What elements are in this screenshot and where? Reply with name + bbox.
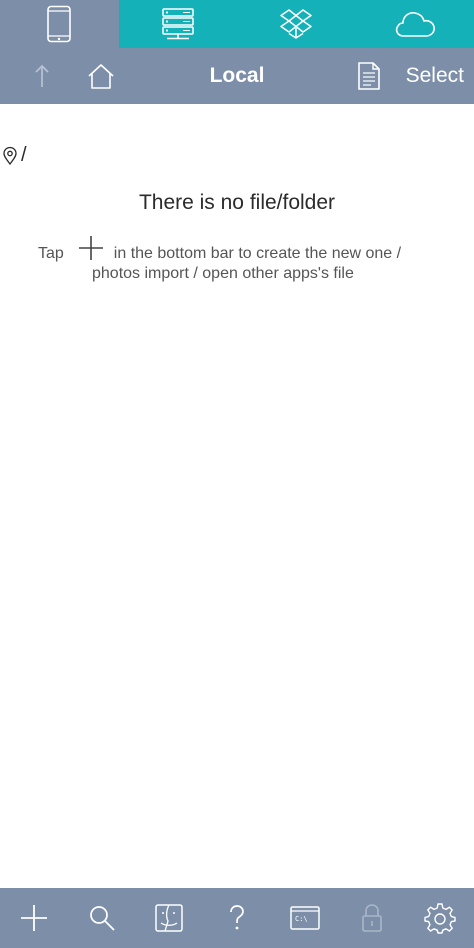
empty-state-title: There is no file/folder [138,191,336,214]
terminal-icon: C:\ [289,906,320,930]
terminal-button[interactable]: C:\ [281,894,329,942]
home-icon [88,64,114,89]
tab-network-server[interactable] [118,0,237,48]
select-button[interactable]: Select [406,48,464,104]
tab-icloud[interactable] [355,0,474,48]
source-tabs [0,0,474,48]
search-icon [89,906,115,931]
add-button[interactable] [10,894,58,942]
phone-icon [47,5,72,43]
settings-button[interactable] [416,894,464,942]
gear-icon [424,903,456,934]
hint-line-2: photos import / open other apps's file [92,265,354,282]
hint-line-1: in the bottom bar to create the new one … [113,245,402,262]
cloud-icon [395,12,435,37]
location-pin-icon [3,146,17,165]
plus-icon [20,905,47,931]
breadcrumb: / [2,144,27,167]
finder-icon [155,904,183,932]
navigation-bar: Local Select [0,48,474,104]
lock-icon [362,904,383,932]
hint-prefix: Tap [38,245,64,262]
arrow-up-icon [35,64,49,87]
empty-state-hint: Tap in the bottom bar to create the new … [38,235,458,283]
plus-icon [78,236,103,260]
question-mark-icon [230,905,244,930]
help-button[interactable] [213,894,261,942]
up-directory-button[interactable] [24,58,60,94]
page-title: Local [209,64,265,87]
current-path: / [21,144,27,166]
tab-dropbox[interactable] [237,0,356,48]
search-button[interactable] [78,894,126,942]
svg-text:C:\: C:\ [295,915,308,923]
document-button[interactable] [352,58,386,94]
lock-button[interactable] [348,894,396,942]
tab-local-device[interactable] [0,0,119,48]
server-icon [162,8,194,40]
document-icon [358,62,380,90]
finder-button[interactable] [145,894,193,942]
dropbox-icon [280,9,312,39]
bottom-toolbar: C:\ [0,888,474,948]
home-button[interactable] [82,58,120,94]
